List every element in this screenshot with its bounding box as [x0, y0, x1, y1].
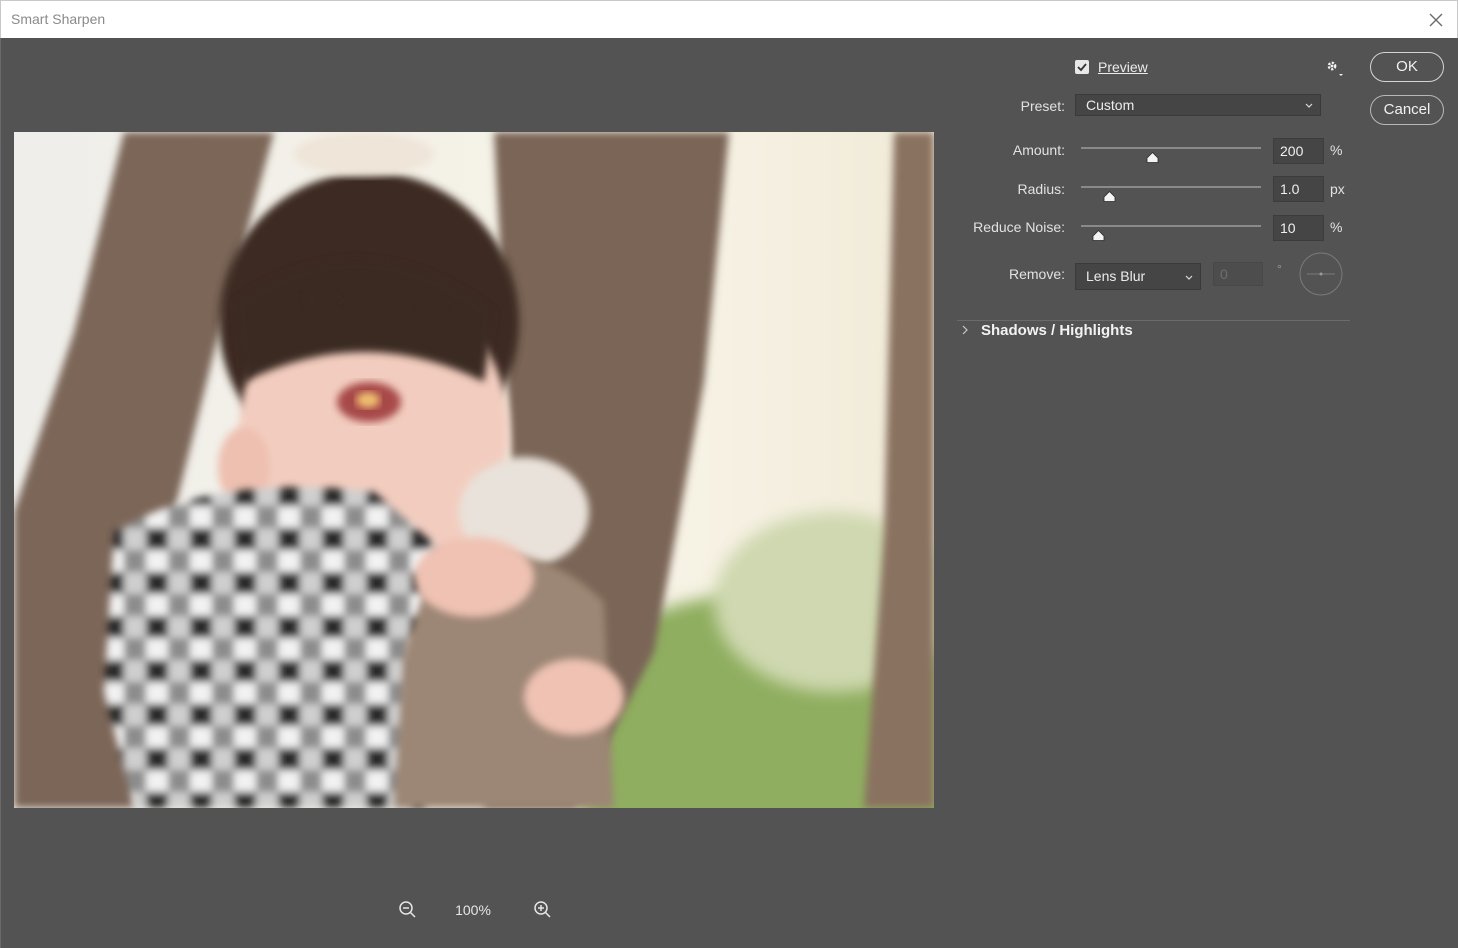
shadows-highlights-toggle[interactable]: Shadows / Highlights: [981, 322, 1133, 339]
preset-label: Preset:: [1020, 98, 1065, 114]
dialog-titlebar: Smart Sharpen: [0, 0, 1458, 38]
checkbox-check-icon: [1077, 63, 1087, 72]
preview-label[interactable]: Preview: [1098, 59, 1148, 75]
chevron-right-icon[interactable]: [960, 324, 970, 336]
preview-checkbox[interactable]: [1075, 60, 1089, 74]
gear-icon[interactable]: [1324, 58, 1346, 80]
angle-unit: °: [1277, 262, 1282, 276]
remove-label: Remove:: [1008, 266, 1065, 282]
zoom-out-icon[interactable]: [398, 900, 418, 920]
radius-slider-track[interactable]: [1081, 186, 1261, 188]
cancel-button[interactable]: Cancel: [1370, 95, 1444, 125]
amount-slider-thumb[interactable]: [1146, 152, 1159, 163]
reduce-noise-label: Reduce Noise:: [973, 219, 1065, 235]
chevron-down-icon: [1305, 103, 1313, 108]
section-divider: [957, 320, 1350, 321]
angle-dial-icon: [1299, 252, 1343, 296]
radius-input[interactable]: 1.0: [1273, 176, 1324, 202]
reduce-noise-unit: %: [1330, 219, 1343, 235]
amount-label: Amount:: [1012, 142, 1065, 158]
ok-button[interactable]: OK: [1370, 52, 1444, 82]
reduce-noise-slider-thumb[interactable]: [1092, 230, 1105, 241]
remove-value: Lens Blur: [1086, 268, 1146, 284]
radius-unit: px: [1330, 181, 1345, 197]
remove-dropdown[interactable]: Lens Blur: [1075, 263, 1201, 290]
amount-input[interactable]: 200: [1273, 138, 1324, 164]
dialog-title: Smart Sharpen: [11, 11, 106, 27]
radius-slider-thumb[interactable]: [1103, 191, 1116, 202]
zoom-level: 100%: [455, 902, 491, 918]
zoom-in-icon[interactable]: [533, 900, 553, 920]
preset-dropdown[interactable]: Custom: [1075, 94, 1321, 116]
amount-slider-track[interactable]: [1081, 147, 1261, 149]
amount-unit: %: [1330, 142, 1343, 158]
radius-label: Radius:: [1017, 181, 1065, 197]
close-icon[interactable]: [1425, 9, 1447, 31]
reduce-noise-slider-track[interactable]: [1081, 225, 1261, 227]
preview-image[interactable]: [14, 132, 934, 808]
preset-value: Custom: [1086, 97, 1135, 113]
reduce-noise-input[interactable]: 10: [1273, 215, 1324, 241]
preview-photo: [14, 132, 934, 808]
angle-input: 0: [1213, 262, 1263, 286]
chevron-down-icon: [1185, 275, 1193, 280]
